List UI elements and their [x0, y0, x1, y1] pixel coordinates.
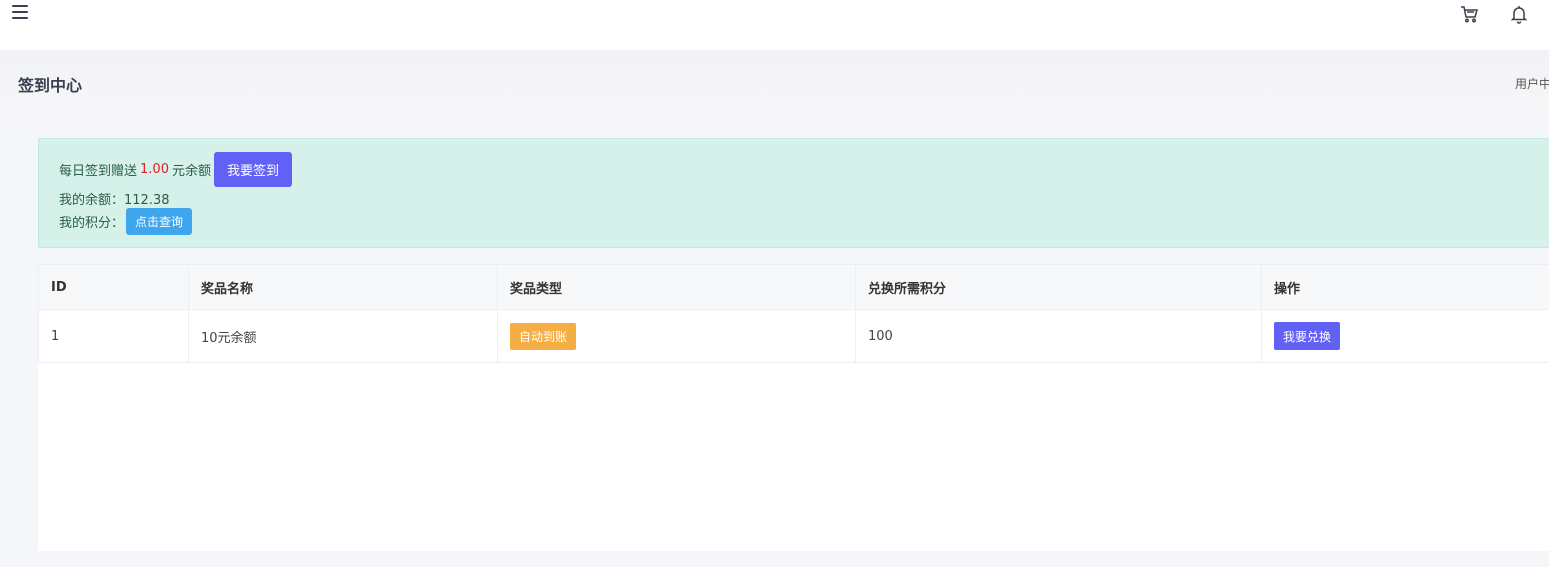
cell-id: 1 [38, 309, 189, 363]
cell-prize-type: 自动到账 [497, 309, 856, 363]
table-row: 1 10元余额 自动到账 100 我要兑换 [38, 309, 1549, 363]
auto-credit-badge: 自动到账 [510, 322, 577, 350]
column-header-prize-type: 奖品类型 [497, 264, 856, 310]
table-header-row: ID 奖品名称 奖品类型 兑换所需积分 操作 [38, 264, 1549, 310]
balance-row: 我的余额：112.38 [59, 189, 170, 208]
top-navbar [0, 0, 1549, 50]
page-title: 签到中心 [18, 76, 83, 95]
cell-required-points: 100 [855, 309, 1262, 363]
points-row: 我的积分： 点击查询 [59, 208, 193, 235]
page-header: 签到中心 用户中 [0, 50, 1549, 116]
cell-action: 我要兑换 [1261, 309, 1549, 363]
breadcrumb[interactable]: 用户中 [1515, 75, 1549, 92]
notification-bell-icon[interactable] [1509, 4, 1529, 24]
shopping-cart-icon[interactable] [1459, 4, 1479, 24]
checkin-button[interactable]: 我要签到 [213, 152, 292, 187]
daily-bonus-row: 每日签到赠送 1.00 元余额 我要签到 [59, 152, 292, 187]
exchange-button[interactable]: 我要兑换 [1274, 322, 1341, 350]
column-header-prize-name: 奖品名称 [188, 264, 498, 310]
cell-prize-name: 10元余额 [188, 309, 498, 363]
column-header-action: 操作 [1261, 264, 1549, 310]
checkin-notice: 每日签到赠送 1.00 元余额 我要签到 我的余额：112.38 我的积分： 点… [38, 138, 1549, 248]
column-header-required-points: 兑换所需积分 [855, 264, 1262, 310]
column-header-id: ID [38, 264, 189, 310]
prize-table: ID 奖品名称 奖品类型 兑换所需积分 操作 1 10元余额 自动到账 100 … [38, 264, 1549, 363]
points-label: 我的积分： [59, 216, 125, 231]
hamburger-menu-icon[interactable] [12, 5, 28, 21]
balance-value: 112.38 [124, 193, 170, 208]
daily-bonus-amount: 1.00 [140, 162, 169, 177]
daily-bonus-prefix: 每日签到赠送 [59, 164, 138, 179]
balance-label: 我的余额： [59, 193, 125, 208]
prize-table-panel: ID 奖品名称 奖品类型 兑换所需积分 操作 1 10元余额 自动到账 100 … [38, 264, 1549, 551]
query-points-button[interactable]: 点击查询 [126, 208, 193, 235]
daily-bonus-suffix: 元余额 [171, 164, 211, 179]
